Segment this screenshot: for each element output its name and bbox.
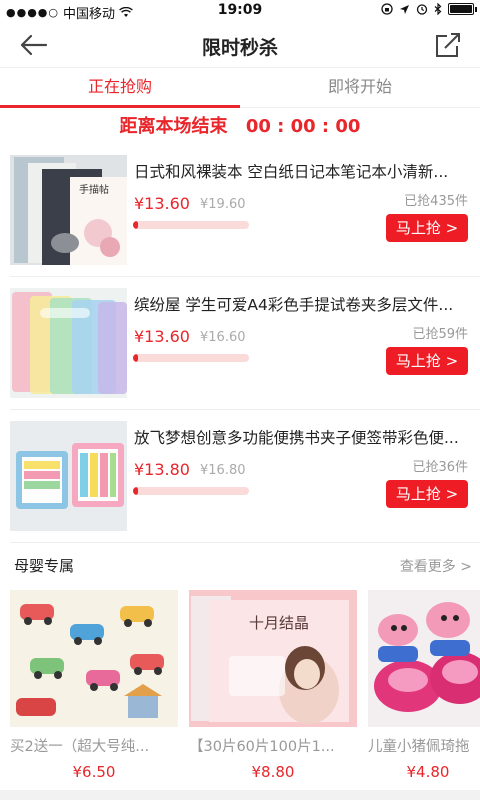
nav-bar: 限时秒杀 — [0, 22, 480, 68]
progress-bar — [133, 221, 249, 229]
product-item[interactable]: 手描帖 日式和风裸装本 空白纸日记本笔记本小清新... 已抢435件 ¥13.6… — [10, 144, 480, 277]
buy-now-button[interactable]: 马上抢 > — [386, 347, 468, 375]
card-image: 十月结晶 — [189, 590, 357, 727]
section-title: 母婴专属 — [14, 557, 75, 575]
countdown: 距离本场结束 00 : 00 : 00 — [0, 112, 480, 138]
countdown-label: 距离本场结束 — [119, 116, 228, 137]
sold-count: 已抢36件 — [412, 460, 468, 475]
product-image — [10, 421, 127, 531]
product-item[interactable]: 缤纷屋 学生可爱A4彩色手提试卷夹多层文件... 已抢59件 ¥13.60 ¥1… — [10, 277, 480, 410]
view-more-link[interactable]: 查看更多 > — [400, 556, 472, 576]
buy-now-button[interactable]: 马上抢 > — [386, 480, 468, 508]
product-title: 缤纷屋 学生可爱A4彩色手提试卷夹多层文件... — [134, 296, 454, 314]
progress-bar — [133, 487, 249, 495]
card-image — [368, 590, 480, 727]
product-image-label: 手描帖 — [79, 183, 109, 196]
progress-bar — [133, 354, 249, 362]
bluetooth-icon — [434, 3, 442, 15]
card-title: 儿童小猪佩琦拖 — [368, 739, 470, 755]
buy-now-button[interactable]: 马上抢 > — [386, 214, 468, 242]
product-card[interactable]: 十月结晶 【30片60片100片1... ¥8.80 — [189, 590, 357, 780]
section-header: 母婴专属 查看更多 > — [0, 545, 480, 585]
card-title: 【30片60片100片1... — [189, 739, 335, 755]
original-price: ¥16.60 — [200, 330, 246, 345]
bottom-divider — [0, 790, 480, 800]
sold-count: 已抢435件 — [404, 194, 468, 209]
status-right — [381, 3, 477, 15]
card-image — [10, 590, 178, 727]
battery-icon — [448, 3, 477, 15]
tab-ongoing[interactable]: 正在抢购 — [0, 68, 240, 108]
product-price: ¥13.80 — [134, 460, 190, 479]
location-icon — [400, 4, 409, 14]
card-image-label: 十月结晶 — [249, 614, 309, 632]
product-card[interactable]: 儿童小猪佩琦拖 ¥4.80 — [368, 590, 480, 780]
card-price: ¥4.80 — [406, 763, 450, 780]
original-price: ¥19.60 — [200, 197, 246, 212]
product-item[interactable]: 放飞梦想创意多功能便携书夹子便签带彩色便... 已抢36件 ¥13.80 ¥16… — [10, 410, 480, 543]
product-list: 手描帖 日式和风裸装本 空白纸日记本笔记本小清新... 已抢435件 ¥13.6… — [0, 144, 480, 543]
share-button[interactable] — [434, 31, 462, 59]
alarm-icon — [416, 4, 428, 15]
tab-upcoming[interactable]: 即将开始 — [240, 68, 480, 107]
product-image: 手描帖 — [10, 155, 127, 265]
share-icon — [436, 33, 460, 57]
product-price: ¥13.60 — [134, 327, 190, 346]
tabs: 正在抢购 即将开始 — [0, 68, 480, 108]
original-price: ¥16.80 — [200, 463, 246, 478]
product-price: ¥13.60 — [134, 194, 190, 213]
card-title: 买2送一（超大号纯... — [10, 739, 150, 755]
status-bar: ●●●●○ 中国移动 19:09 — [0, 0, 480, 22]
product-title: 日式和风裸装本 空白纸日记本笔记本小清新... — [134, 163, 449, 181]
product-card[interactable]: 买2送一（超大号纯... ¥6.50 — [10, 590, 178, 780]
card-price: ¥8.80 — [251, 763, 295, 780]
product-carousel: 买2送一（超大号纯... ¥6.50 十月结晶 【30片60片100片1... … — [0, 590, 480, 780]
product-title: 放飞梦想创意多功能便携书夹子便签带彩色便... — [134, 429, 459, 447]
page-title: 限时秒杀 — [201, 37, 278, 59]
rotation-lock-icon — [381, 3, 393, 15]
countdown-time: 00 : 00 : 00 — [245, 116, 361, 137]
card-price: ¥6.50 — [72, 763, 116, 780]
product-image — [10, 288, 127, 398]
sold-count: 已抢59件 — [412, 327, 468, 342]
